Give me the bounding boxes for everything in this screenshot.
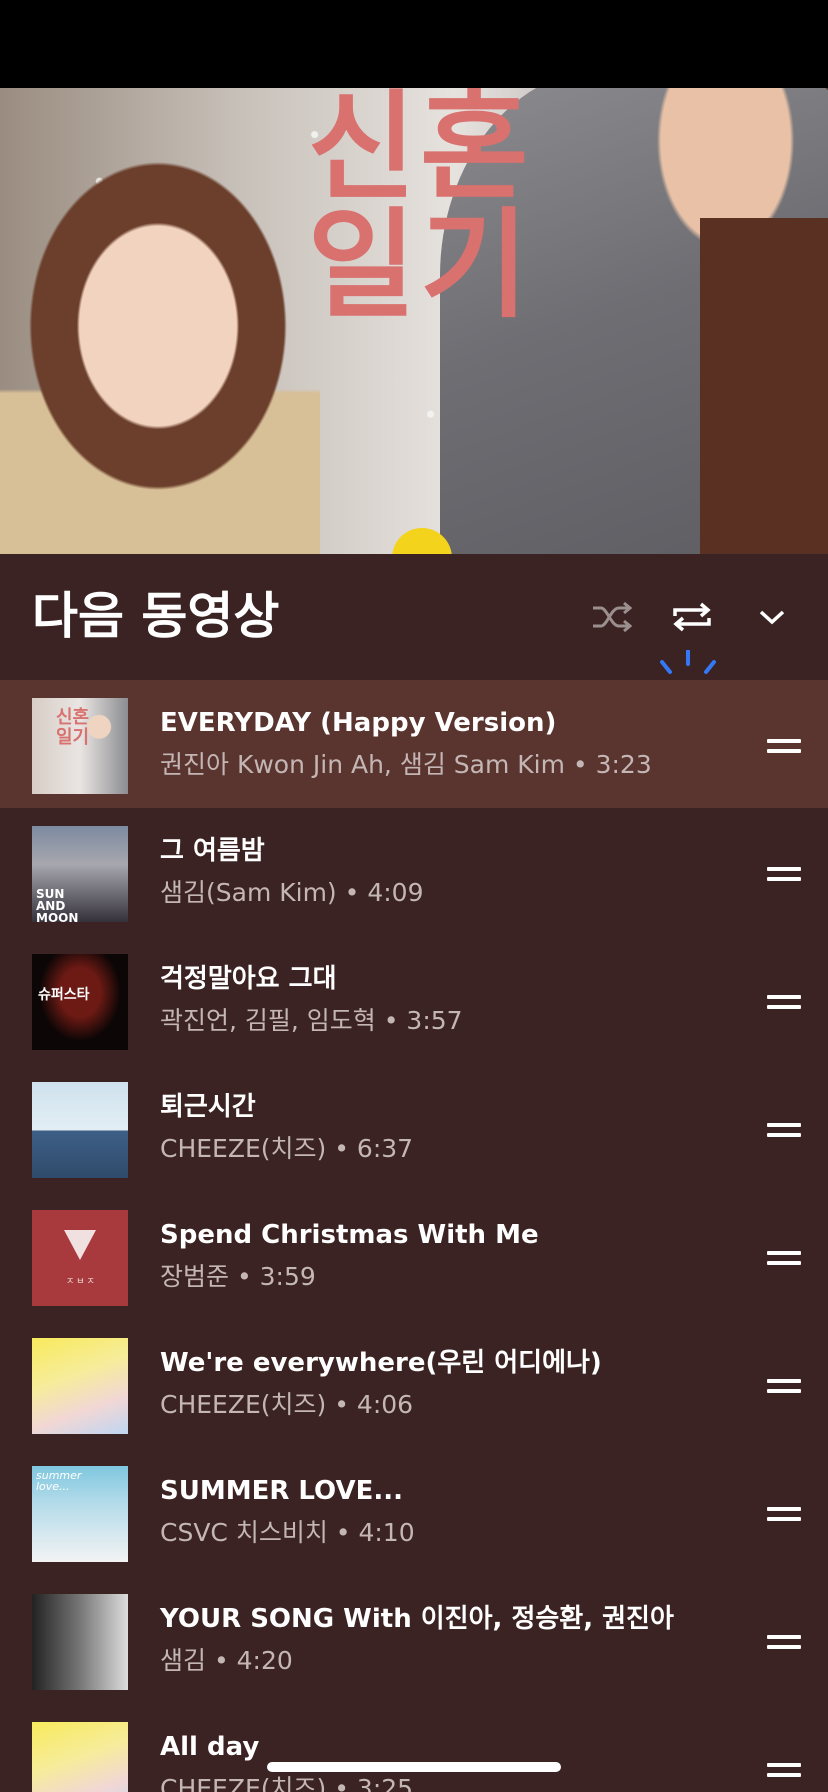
track-subtitle: CHEEZE(치즈) • 6:37 <box>160 1134 414 1163</box>
track-thumbnail <box>32 1594 128 1690</box>
track-subtitle: 곽진언, 김필, 임도혁 • 3:57 <box>160 1006 463 1035</box>
list-item[interactable]: We're everywhere(우린 어디에나) CHEEZE(치즈) • 4… <box>0 1320 828 1448</box>
track-thumbnail: ㅈㅂㅈ <box>32 1210 128 1306</box>
track-title: SUMMER LOVE... <box>160 1476 403 1506</box>
track-subtitle: CSVC 치스비치 • 4:10 <box>160 1518 415 1547</box>
list-item[interactable]: 신혼 일기 EVERYDAY (Happy Version) 권진아 Kwon … <box>0 680 828 808</box>
track-thumbnail: SUN AND MOON <box>32 826 128 922</box>
track-title: Spend Christmas With Me <box>160 1220 539 1250</box>
track-thumbnail <box>32 1082 128 1178</box>
drag-handle-icon[interactable] <box>767 1633 801 1651</box>
thumbnail-art-text: ㅈㅂㅈ <box>66 1277 97 1287</box>
thumbnail-art-text: 슈퍼스타 <box>38 987 90 1003</box>
track-thumbnail: 슈퍼스타 <box>32 954 128 1050</box>
home-indicator[interactable] <box>267 1762 561 1772</box>
list-item[interactable]: summer love... SUMMER LOVE... CSVC 치스비치 … <box>0 1448 828 1576</box>
video-player[interactable]: 신혼 일기 <box>0 88 828 554</box>
shuffle-icon <box>593 601 633 633</box>
track-subtitle: CHEEZE(치즈) • 3:25 <box>160 1774 414 1792</box>
track-thumbnail <box>32 1338 128 1434</box>
track-title: All day <box>160 1732 260 1762</box>
track-thumbnail <box>32 1722 128 1792</box>
drag-handle-icon[interactable] <box>767 1121 801 1139</box>
drag-handle-icon[interactable] <box>767 737 801 755</box>
list-item[interactable]: ㅈㅂㅈ Spend Christmas With Me 장범준 • 3:59 <box>0 1192 828 1320</box>
drag-handle-icon[interactable] <box>767 1377 801 1395</box>
list-item[interactable]: SUN AND MOON 그 여름밤 샘김(Sam Kim) • 4:09 <box>0 808 828 936</box>
track-subtitle: CHEEZE(치즈) • 4:06 <box>160 1390 414 1419</box>
list-item[interactable]: 퇴근시간 CHEEZE(치즈) • 6:37 <box>0 1064 828 1192</box>
track-title: 그 여름밤 <box>160 836 265 866</box>
panel-title: 다음 동영상 <box>32 587 280 645</box>
video-title-art: 신혼 일기 <box>307 88 533 334</box>
track-title: YOUR SONG With 이진아, 정승환, 권진아 <box>160 1604 674 1634</box>
track-title: We're everywhere(우린 어디에나) <box>160 1348 602 1378</box>
thumbnail-art-text: 신혼 일기 <box>56 707 90 748</box>
track-title: 퇴근시간 <box>160 1092 256 1122</box>
list-item[interactable]: 슈퍼스타 걱정말아요 그대 곽진언, 김필, 임도혁 • 3:57 <box>0 936 828 1064</box>
collapse-button[interactable] <box>747 592 797 642</box>
track-list: 신혼 일기 EVERYDAY (Happy Version) 권진아 Kwon … <box>0 680 828 1792</box>
thumbnail-triangle <box>64 1230 96 1260</box>
track-title: EVERYDAY (Happy Version) <box>160 708 557 738</box>
drag-handle-icon[interactable] <box>767 1249 801 1267</box>
track-thumbnail: summer love... <box>32 1466 128 1562</box>
repeat-icon <box>673 602 711 632</box>
drag-handle-icon[interactable] <box>767 1505 801 1523</box>
up-next-panel: 다음 동영상 신혼 일기 EVERYDAY (Happy Version) 권진… <box>0 554 828 1792</box>
track-subtitle: 샘김 • 4:20 <box>160 1646 293 1675</box>
thumbnail-art-text: summer love... <box>36 1469 82 1493</box>
chevron-down-icon <box>759 610 785 625</box>
video-figure-sweater <box>700 218 828 554</box>
shuffle-button[interactable] <box>587 592 637 642</box>
list-item[interactable]: YOUR SONG With 이진아, 정승환, 권진아 샘김 • 4:20 <box>0 1576 828 1704</box>
drag-handle-icon[interactable] <box>767 1761 801 1779</box>
drag-handle-icon[interactable] <box>767 993 801 1011</box>
repeat-button[interactable] <box>667 592 717 642</box>
track-subtitle: 샘김(Sam Kim) • 4:09 <box>160 878 424 907</box>
thumbnail-art-text: SUN AND MOON <box>36 887 79 922</box>
status-bar <box>0 0 828 88</box>
track-title: 걱정말아요 그대 <box>160 964 337 994</box>
track-thumbnail: 신혼 일기 <box>32 698 128 794</box>
track-subtitle: 권진아 Kwon Jin Ah, 샘김 Sam Kim • 3:23 <box>160 750 652 779</box>
panel-header: 다음 동영상 <box>0 554 828 798</box>
track-subtitle: 장범준 • 3:59 <box>160 1262 316 1291</box>
list-item[interactable]: All day CHEEZE(치즈) • 3:25 <box>0 1704 828 1792</box>
drag-handle-icon[interactable] <box>767 865 801 883</box>
